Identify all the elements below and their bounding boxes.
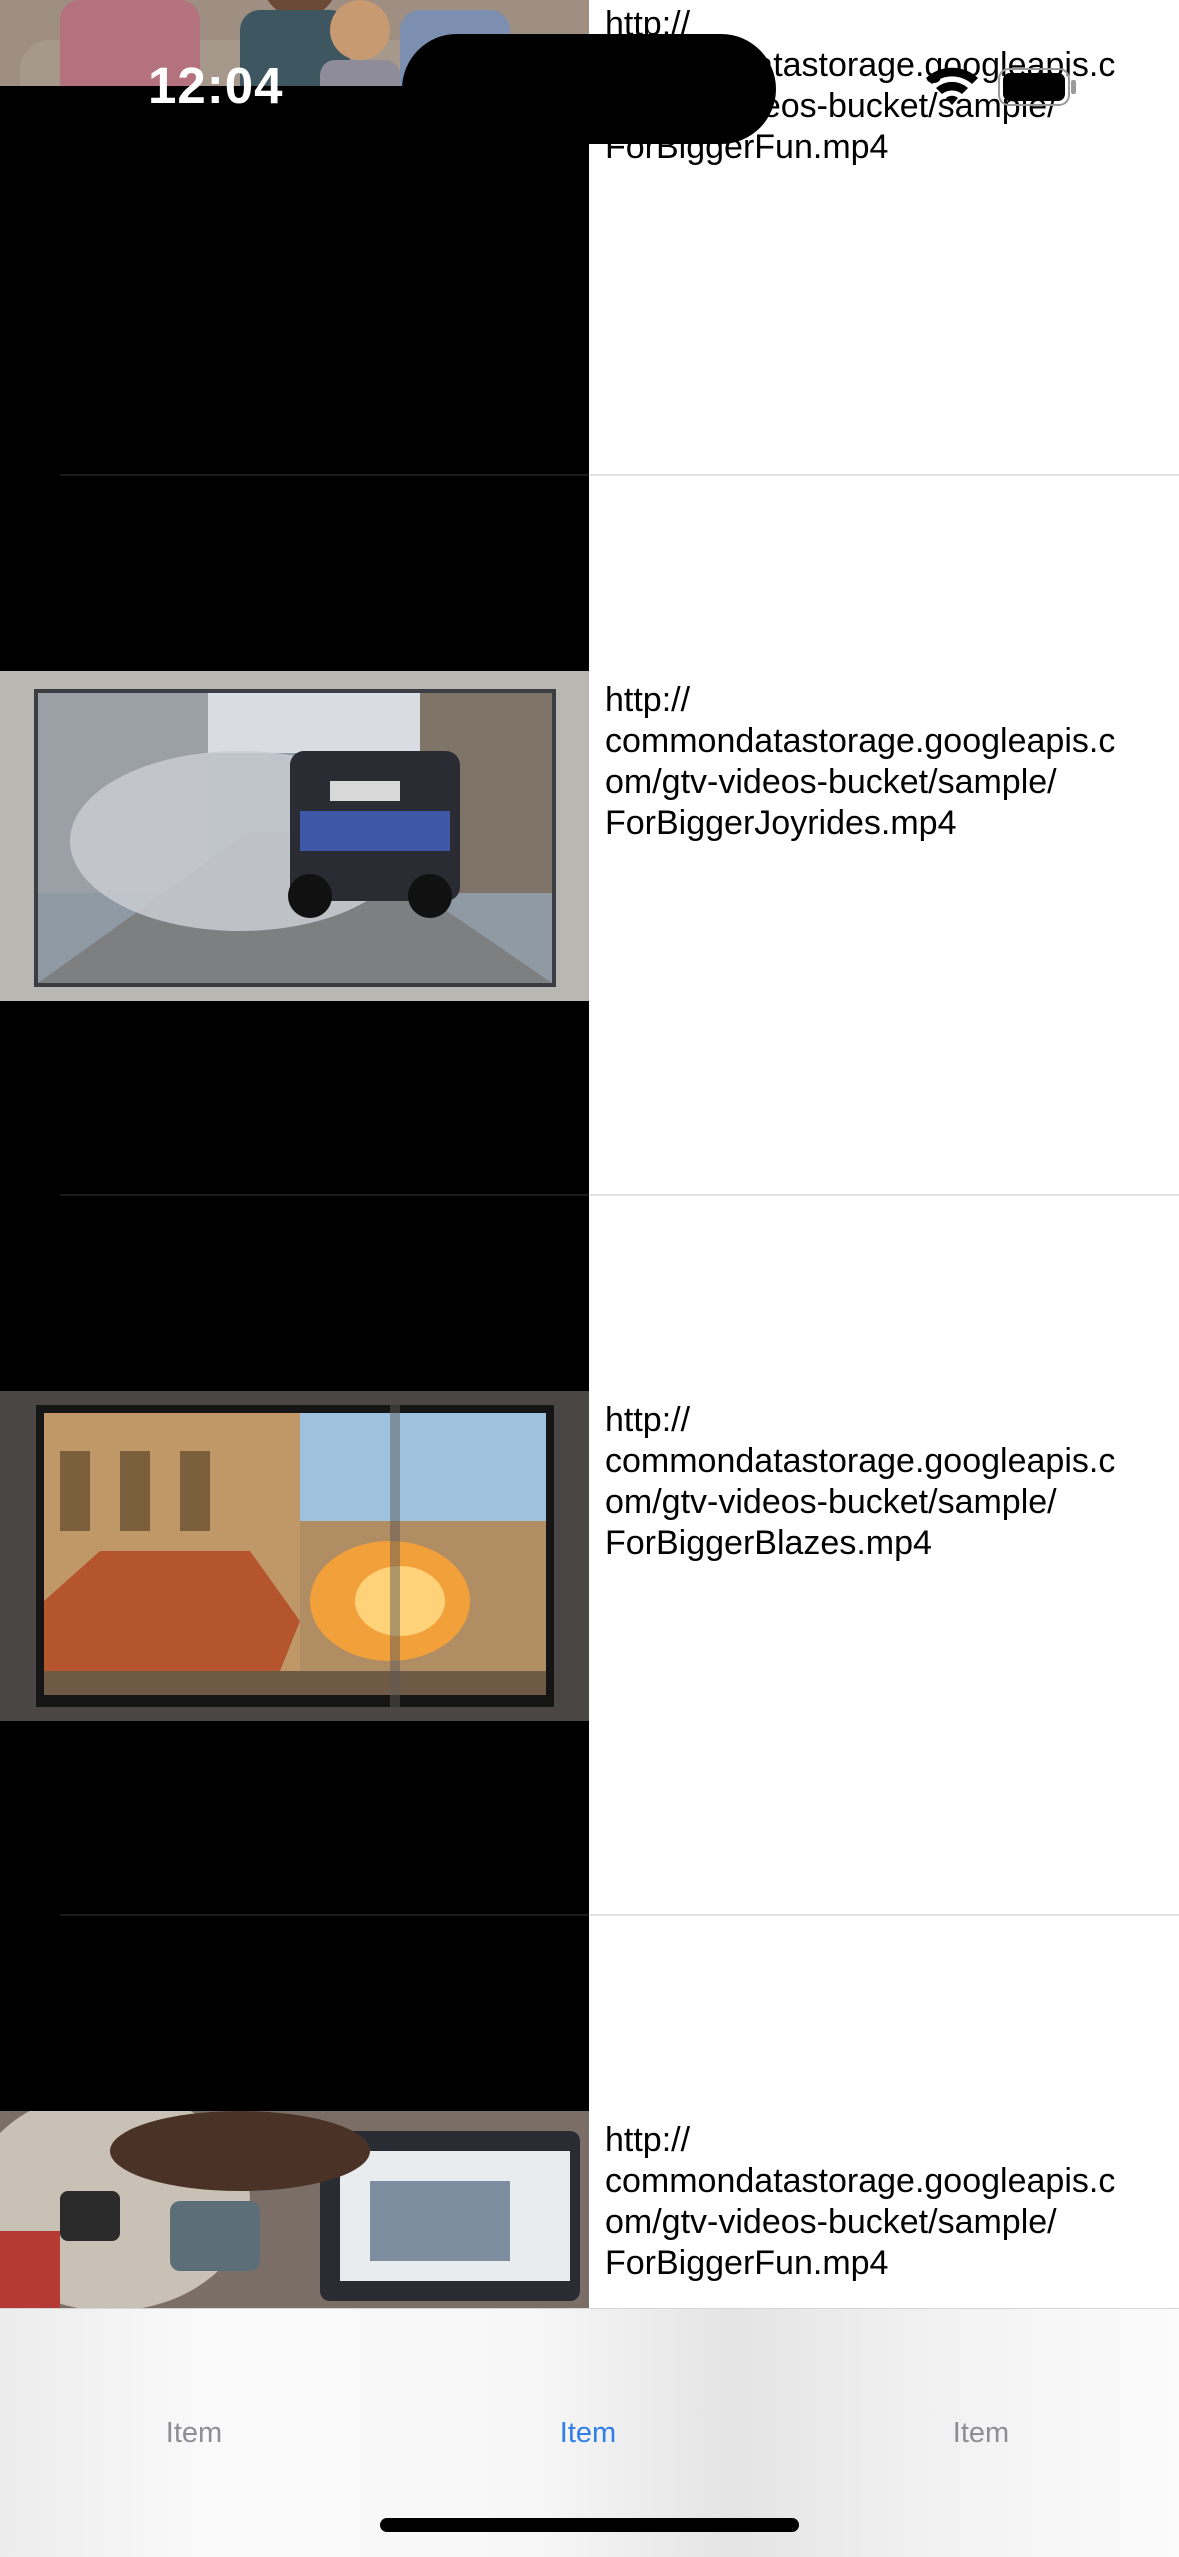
status-time: 12:04 — [148, 57, 284, 114]
tab-item-3[interactable]: Item — [881, 2417, 1081, 2450]
video-url: http:// commondatastorage.googleapis.c o… — [605, 681, 1116, 842]
video-url: http:// commondatastorage.googleapis.c o… — [605, 2121, 1116, 2282]
video-list[interactable]: http:// commondatastorage.googleapis.c o… — [0, 0, 1179, 2308]
video-thumbnail[interactable] — [0, 1916, 589, 2308]
video-thumbnail[interactable] — [0, 1196, 589, 1916]
tab-item-2[interactable]: Item — [488, 2417, 688, 2450]
tab-item-1[interactable]: Item — [94, 2417, 294, 2450]
video-thumbnail[interactable] — [0, 476, 589, 1196]
list-item[interactable]: http:// commondatastorage.googleapis.c o… — [0, 1914, 1179, 2308]
list-item[interactable]: http:// commondatastorage.googleapis.c o… — [0, 474, 1179, 1196]
thumbnail-image — [0, 2111, 589, 2308]
battery-icon — [998, 68, 1076, 106]
home-indicator[interactable] — [380, 2518, 799, 2532]
dynamic-island — [402, 34, 776, 144]
thumbnail-image — [0, 1391, 589, 1721]
wifi-icon — [926, 67, 978, 105]
thumbnail-image — [0, 671, 589, 1001]
video-url: http:// commondatastorage.googleapis.c o… — [605, 1401, 1116, 1562]
list-item[interactable]: http:// commondatastorage.googleapis.c o… — [0, 1194, 1179, 1916]
